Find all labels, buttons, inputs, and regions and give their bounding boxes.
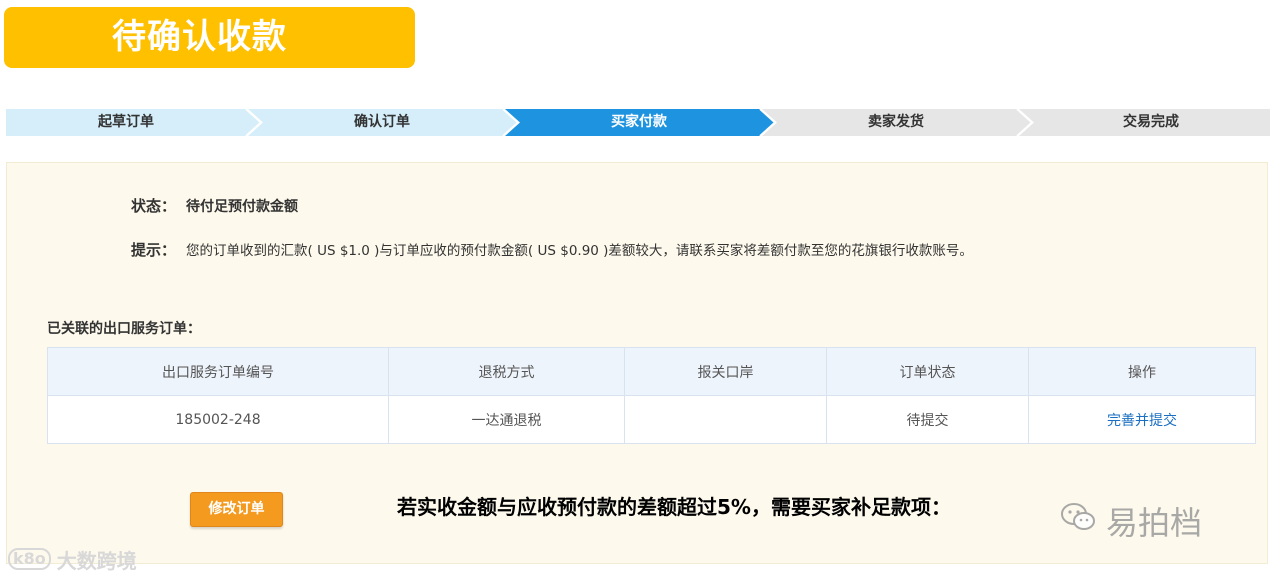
col-status: 订单状态 bbox=[826, 347, 1029, 396]
status-label: 状态： bbox=[131, 197, 177, 215]
complete-and-submit-link[interactable]: 完善并提交 bbox=[1107, 413, 1177, 429]
col-tax-refund: 退税方式 bbox=[388, 347, 625, 396]
hint-row: 提示： 您的订单收到的汇款( US $1.0 )与订单应收的预付款金额( US $… bbox=[131, 239, 973, 260]
related-orders-table: 出口服务订单编号 退税方式 报关口岸 订单状态 操作 185002-248 一达… bbox=[47, 347, 1256, 444]
order-progress-steps: 起草订单 确认订单 买家付款 卖家发货 交易完成 bbox=[6, 109, 1270, 136]
step-seller-ship: 卖家发货 bbox=[868, 114, 924, 130]
related-orders-title: 已关联的出口服务订单： bbox=[47, 321, 201, 337]
cell-port bbox=[624, 395, 827, 444]
cell-order-no: 185002-248 bbox=[47, 395, 389, 444]
col-action: 操作 bbox=[1028, 347, 1256, 396]
step-buyer-payment: 买家付款 bbox=[611, 114, 667, 130]
wechat-icon bbox=[1060, 502, 1096, 540]
table-header-row: 出口服务订单编号 退税方式 报关口岸 订单状态 操作 bbox=[47, 347, 1256, 396]
hint-label: 提示： bbox=[131, 241, 177, 259]
col-port: 报关口岸 bbox=[624, 347, 827, 396]
step-draft-order: 起草订单 bbox=[98, 114, 154, 130]
step-confirm-order: 确认订单 bbox=[354, 114, 410, 130]
page-title-banner: 待确认收款 bbox=[4, 7, 415, 68]
table-row: 185002-248 一达通退税 待提交 完善并提交 bbox=[47, 395, 1256, 444]
step-trade-complete: 交易完成 bbox=[1123, 114, 1179, 130]
cell-action: 完善并提交 bbox=[1028, 395, 1256, 444]
status-row: 状态： 待付足预付款金额 bbox=[131, 195, 298, 216]
watermark-logo-icon: k8o bbox=[8, 548, 51, 570]
col-order-no: 出口服务订单编号 bbox=[47, 347, 389, 396]
hint-text: 您的订单收到的汇款( US $1.0 )与订单应收的预付款金额( US $0.9… bbox=[186, 243, 973, 259]
watermark-right-text: 易拍档 bbox=[1106, 504, 1203, 542]
watermark-left-text: 大数跨境 bbox=[56, 548, 137, 573]
watermark-left: k8o 大数跨境 bbox=[8, 543, 137, 575]
watermark-right: 易拍档 bbox=[1060, 496, 1202, 546]
status-value: 待付足预付款金额 bbox=[186, 199, 299, 215]
modify-order-button[interactable]: 修改订单 bbox=[190, 492, 283, 527]
cell-tax-refund: 一达通退税 bbox=[388, 395, 625, 444]
annotation-note: 若实收金额与应收预付款的差额超过5%，需要买家补足款项： bbox=[397, 495, 951, 519]
page-title: 待确认收款 bbox=[112, 17, 287, 57]
cell-status: 待提交 bbox=[826, 395, 1029, 444]
